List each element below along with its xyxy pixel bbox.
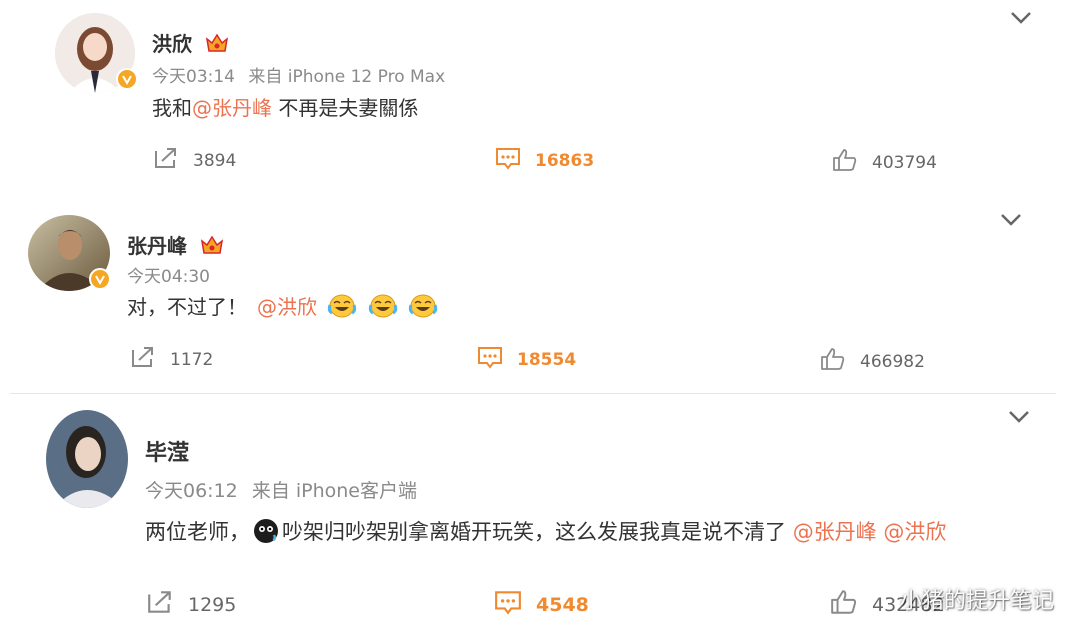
comment-icon xyxy=(495,146,521,175)
post-zhangdanfeng: 张丹峰 今天04:30 对，不过了！ @洪欣 1172 18554 466982 xyxy=(0,200,1066,390)
comment-icon xyxy=(494,589,522,620)
mention-link[interactable]: @洪欣 xyxy=(257,295,317,319)
like-icon xyxy=(830,589,858,620)
avatar[interactable] xyxy=(46,410,128,508)
verified-icon xyxy=(116,68,138,90)
post-time[interactable]: 今天03:14 xyxy=(152,67,235,87)
black-face-emoji xyxy=(252,517,280,550)
post-meta: 今天06:12 来自 iPhone客户端 xyxy=(145,476,425,503)
post-meta: 今天03:14 来自 iPhone 12 Pro Max xyxy=(152,62,453,87)
crown-icon xyxy=(205,33,229,58)
repost-count: 3894 xyxy=(193,150,237,171)
mention-link[interactable]: @洪欣 xyxy=(883,520,946,544)
like-icon xyxy=(820,347,846,376)
repost-icon xyxy=(146,589,174,620)
repost-count: 1295 xyxy=(188,593,237,616)
chevron-down-icon[interactable] xyxy=(1000,212,1022,231)
laugh-cry-emoji xyxy=(408,293,438,324)
repost-button[interactable]: 3894 xyxy=(153,146,236,175)
chevron-down-icon[interactable] xyxy=(1010,10,1032,29)
post-meta: 今天04:30 xyxy=(127,262,218,287)
mention-link[interactable]: @张丹峰 xyxy=(192,96,272,120)
chevron-down-icon[interactable] xyxy=(1008,409,1030,428)
divider xyxy=(10,393,1056,394)
like-count: 466982 xyxy=(860,351,925,372)
repost-button[interactable]: 1295 xyxy=(146,589,236,620)
comment-icon xyxy=(477,345,503,374)
post-text: 两位老师， 吵架归吵架别拿离婚开玩笑，这么发展我真是说不清了 @张丹峰 @洪欣 xyxy=(145,516,946,550)
watermark-text: 小猪的提升笔记 xyxy=(899,589,1054,614)
post-text: 对，不过了！ @洪欣 xyxy=(127,291,438,324)
comment-count: 16863 xyxy=(535,150,595,171)
laugh-cry-emoji xyxy=(327,293,357,324)
repost-icon xyxy=(153,146,179,175)
comment-count: 4548 xyxy=(536,593,589,616)
comment-button[interactable]: 18554 xyxy=(477,345,576,374)
repost-count: 1172 xyxy=(170,349,214,370)
user-name[interactable]: 毕滢 xyxy=(145,435,189,467)
comment-count: 18554 xyxy=(517,349,577,370)
repost-icon xyxy=(130,345,156,374)
user-name[interactable]: 张丹峰 xyxy=(127,230,224,260)
post-hongxin: 洪欣 今天03:14 来自 iPhone 12 Pro Max 我和@张丹峰 不… xyxy=(0,0,1066,200)
post-text: 我和@张丹峰 不再是夫妻關係 xyxy=(152,96,419,120)
user-name[interactable]: 洪欣 xyxy=(152,28,229,58)
post-source: 来自 iPhone 12 Pro Max xyxy=(248,67,446,87)
comment-button[interactable]: 4548 xyxy=(494,589,589,620)
post-source: 来自 iPhone客户端 xyxy=(251,480,417,502)
comment-button[interactable]: 16863 xyxy=(495,146,594,175)
repost-button[interactable]: 1172 xyxy=(130,345,213,374)
mention-link[interactable]: @张丹峰 xyxy=(793,520,877,544)
post-time[interactable]: 今天04:30 xyxy=(127,267,210,287)
like-icon xyxy=(832,148,858,177)
verified-icon xyxy=(89,268,111,290)
like-count: 403794 xyxy=(872,152,937,173)
like-button[interactable]: 403794 xyxy=(832,148,937,177)
crown-icon xyxy=(200,235,224,260)
post-time[interactable]: 今天06:12 xyxy=(145,480,238,502)
like-button[interactable]: 466982 xyxy=(820,347,925,376)
laugh-cry-emoji xyxy=(368,293,398,324)
